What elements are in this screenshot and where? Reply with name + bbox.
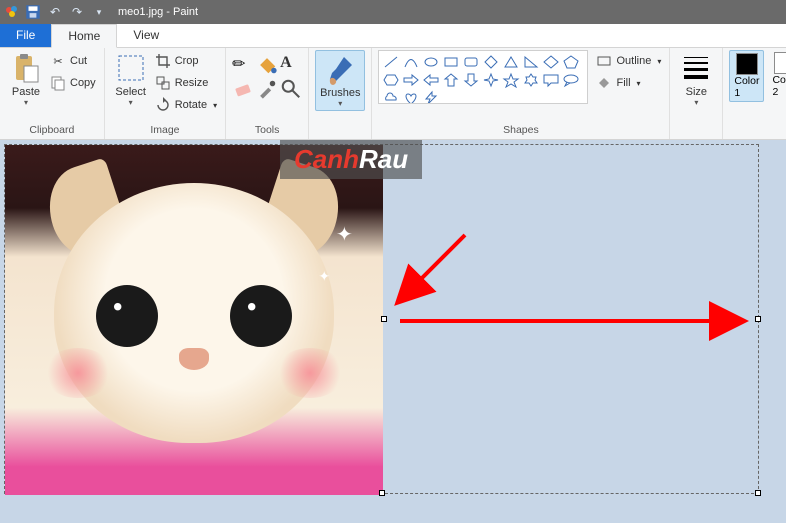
shape-hexagon[interactable] bbox=[382, 72, 400, 88]
shape-line[interactable] bbox=[382, 54, 400, 70]
shape-arrow-r[interactable] bbox=[402, 72, 420, 88]
quick-access-toolbar: ↶ ↷ ▾ bbox=[24, 3, 108, 21]
picker-tool[interactable] bbox=[256, 78, 278, 100]
resize-handle-corner[interactable] bbox=[755, 490, 761, 496]
size-button[interactable]: Size ▾ bbox=[676, 50, 716, 109]
window-title: meo1.jpg - Paint bbox=[118, 6, 198, 18]
select-button[interactable]: Select ▾ bbox=[111, 50, 151, 109]
shape-roundrect[interactable] bbox=[462, 54, 480, 70]
outline-icon bbox=[596, 53, 612, 69]
group-label bbox=[315, 122, 365, 139]
shape-rtriangle[interactable] bbox=[522, 54, 540, 70]
app-icon bbox=[4, 4, 20, 20]
group-label bbox=[729, 122, 786, 139]
undo-icon[interactable]: ↶ bbox=[46, 3, 64, 21]
shape-arrow-u[interactable] bbox=[442, 72, 460, 88]
group-label bbox=[676, 122, 716, 139]
text-tool[interactable]: A bbox=[280, 54, 302, 76]
group-tools: ✏ A Tools bbox=[226, 48, 309, 139]
resize-icon bbox=[155, 75, 171, 91]
rotate-icon bbox=[155, 97, 171, 113]
color1-swatch bbox=[736, 53, 758, 75]
eraser-tool[interactable] bbox=[232, 78, 254, 100]
title-bar: ↶ ↷ ▾ meo1.jpg - Paint bbox=[0, 0, 786, 24]
cut-button[interactable]: ✂Cut bbox=[48, 50, 98, 72]
shape-star4[interactable] bbox=[482, 72, 500, 88]
resize-handle-right[interactable] bbox=[755, 316, 761, 322]
shape-callout-rect[interactable] bbox=[542, 72, 560, 88]
group-colors: Color 1 Color 2 bbox=[723, 48, 786, 139]
save-icon[interactable] bbox=[24, 3, 42, 21]
tab-file[interactable]: File bbox=[0, 24, 51, 47]
cut-icon: ✂ bbox=[50, 53, 66, 69]
watermark: CanhRau bbox=[280, 140, 422, 179]
select-icon bbox=[115, 52, 147, 84]
shape-arrow-l[interactable] bbox=[422, 72, 440, 88]
color2-button[interactable]: Color 2 bbox=[768, 50, 786, 100]
shape-arrow-d[interactable] bbox=[462, 72, 480, 88]
pencil-tool[interactable]: ✏ bbox=[232, 54, 254, 76]
fill-button[interactable]: Fill▾ bbox=[594, 72, 663, 94]
shape-diamond[interactable] bbox=[542, 54, 560, 70]
group-image: Select ▾ Crop Resize Rotate▾ Image bbox=[105, 48, 226, 139]
shape-rect[interactable] bbox=[442, 54, 460, 70]
canvas[interactable]: ✦ ✦ bbox=[4, 144, 759, 494]
group-label: Clipboard bbox=[6, 122, 98, 139]
group-label: Image bbox=[111, 122, 219, 139]
bucket-tool[interactable] bbox=[256, 54, 278, 76]
shape-lightning[interactable] bbox=[422, 90, 440, 104]
tab-view[interactable]: View bbox=[117, 24, 175, 47]
shape-polygon[interactable] bbox=[482, 54, 500, 70]
paste-icon bbox=[10, 52, 42, 84]
shape-star5[interactable] bbox=[502, 72, 520, 88]
canvas-area: ✦ ✦ CanhRau bbox=[0, 140, 786, 523]
shape-oval[interactable] bbox=[422, 54, 440, 70]
resize-handle-image-right[interactable] bbox=[381, 316, 387, 322]
redo-icon[interactable]: ↷ bbox=[68, 3, 86, 21]
image-content: ✦ ✦ bbox=[5, 145, 383, 495]
chevron-down-icon: ▾ bbox=[694, 98, 698, 107]
shapes-gallery[interactable] bbox=[378, 50, 588, 104]
rotate-button[interactable]: Rotate▾ bbox=[153, 94, 219, 116]
paste-button[interactable]: Paste ▾ bbox=[6, 50, 46, 109]
copy-button[interactable]: Copy bbox=[48, 72, 98, 94]
brush-icon bbox=[324, 53, 356, 85]
qat-dropdown-icon[interactable]: ▾ bbox=[90, 3, 108, 21]
color1-button[interactable]: Color 1 bbox=[729, 50, 764, 102]
color2-swatch bbox=[774, 52, 786, 74]
shape-triangle[interactable] bbox=[502, 54, 520, 70]
shape-callout-oval[interactable] bbox=[562, 72, 580, 88]
shape-curve[interactable] bbox=[402, 54, 420, 70]
outline-button[interactable]: Outline▾ bbox=[594, 50, 663, 72]
group-label: Tools bbox=[232, 122, 302, 139]
group-brushes: Brushes ▾ bbox=[309, 48, 372, 139]
size-icon bbox=[680, 52, 712, 84]
shape-callout-cloud[interactable] bbox=[382, 90, 400, 104]
group-size: Size ▾ bbox=[670, 48, 723, 139]
shape-pentagon[interactable] bbox=[562, 54, 580, 70]
group-shapes: Outline▾ Fill▾ Shapes bbox=[372, 48, 670, 139]
magnifier-tool[interactable] bbox=[280, 78, 302, 100]
tab-home[interactable]: Home bbox=[51, 24, 117, 48]
chevron-down-icon: ▾ bbox=[338, 99, 342, 108]
crop-button[interactable]: Crop bbox=[153, 50, 219, 72]
shape-star6[interactable] bbox=[522, 72, 540, 88]
ribbon-tabs: File Home View bbox=[0, 24, 786, 48]
chevron-down-icon: ▾ bbox=[24, 98, 28, 107]
chevron-down-icon: ▾ bbox=[129, 98, 133, 107]
resize-handle-bottom[interactable] bbox=[379, 490, 385, 496]
fill-icon bbox=[596, 75, 612, 91]
copy-icon bbox=[50, 75, 66, 91]
brushes-button[interactable]: Brushes ▾ bbox=[315, 50, 365, 111]
group-label: Shapes bbox=[378, 122, 663, 139]
group-clipboard: Paste ▾ ✂Cut Copy Clipboard bbox=[0, 48, 105, 139]
shape-heart[interactable] bbox=[402, 90, 420, 104]
ribbon: Paste ▾ ✂Cut Copy Clipboard Select ▾ Cro… bbox=[0, 48, 786, 140]
crop-icon bbox=[155, 53, 171, 69]
resize-button[interactable]: Resize bbox=[153, 72, 219, 94]
